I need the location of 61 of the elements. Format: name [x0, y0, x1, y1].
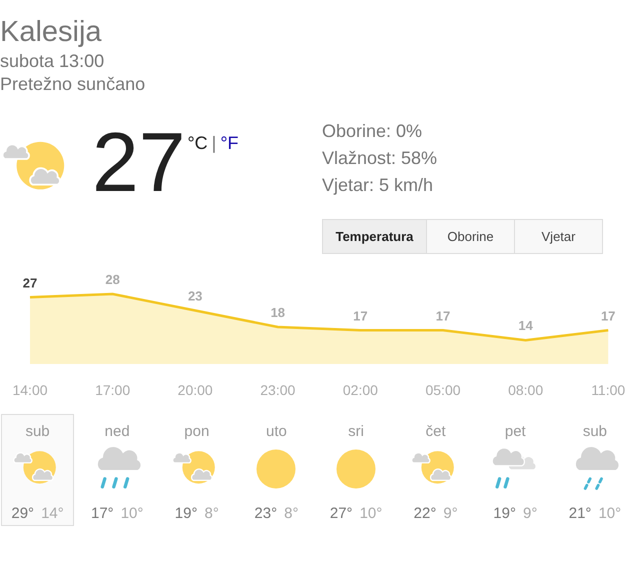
data-label: 23: [188, 288, 202, 304]
day-label: čet: [426, 423, 446, 441]
day-label: sri: [348, 423, 364, 441]
low-temperature: 10°: [598, 504, 622, 524]
day-card[interactable]: uto 23° 8°: [240, 414, 313, 526]
data-label: 17: [353, 308, 368, 324]
day-card[interactable]: pet 19° 9°: [478, 414, 552, 526]
day-card[interactable]: sri 27° 10°: [320, 414, 393, 526]
detail-text: Vlažnost: 58%: [322, 147, 438, 170]
day-label: pet: [504, 423, 526, 441]
current-temperature: 27: [92, 120, 186, 204]
fahrenheit-link[interactable]: °F: [220, 130, 239, 157]
high-temperature: 29°: [11, 504, 34, 524]
condition-text: Pretežno sunčano: [0, 73, 146, 96]
axis-label: 05:00: [425, 381, 461, 400]
detail-text: Vjetar: 5 km/h: [322, 174, 434, 197]
day-card[interactable]: pon 19° 8°: [160, 414, 234, 526]
day-label: pon: [184, 423, 210, 441]
celsius-unit: °C: [187, 132, 208, 155]
day-card[interactable]: ned 17° 10°: [80, 414, 154, 526]
detail-text: Oborine: 0%: [322, 120, 424, 143]
data-label: 14: [518, 318, 533, 334]
low-temperature: 10°: [120, 504, 144, 524]
high-temperature: 17°: [91, 504, 114, 524]
day-label: sub: [25, 423, 50, 441]
axis-label: 11:00: [591, 381, 626, 400]
date-time: subota 13:00: [0, 50, 106, 72]
high-temperature: 22°: [414, 504, 436, 524]
axis-label: 14:00: [12, 381, 48, 400]
low-temperature: 8°: [284, 504, 298, 524]
day-card[interactable]: sub 29° 14°: [1, 414, 74, 526]
day-label: uto: [266, 423, 287, 441]
low-temperature: 14°: [41, 504, 64, 524]
high-temperature: 23°: [254, 504, 278, 524]
tab[interactable]: Temperatura: [322, 219, 427, 254]
data-label: 18: [270, 305, 286, 320]
data-label: 28: [105, 272, 120, 287]
axis-label: 17:00: [95, 381, 130, 400]
tab[interactable]: Vjetar: [515, 219, 603, 254]
data-label: 17: [436, 308, 450, 324]
low-temperature: 9°: [443, 504, 458, 524]
axis-label: 02:00: [342, 381, 378, 400]
unit-separator: |: [212, 132, 216, 155]
axis-label: 20:00: [178, 381, 213, 400]
axis-label: 23:00: [260, 381, 296, 400]
high-temperature: 19°: [493, 504, 516, 524]
data-label: 27: [22, 275, 38, 290]
tab[interactable]: Oborine: [427, 219, 515, 254]
day-label: sub: [582, 423, 608, 441]
location-title: Kalesija: [0, 15, 103, 50]
high-temperature: 21°: [568, 504, 592, 524]
day-label: ned: [104, 423, 130, 441]
high-temperature: 19°: [174, 504, 198, 524]
day-card[interactable]: sub 21° 10°: [558, 414, 632, 526]
high-temperature: 27°: [330, 504, 353, 524]
low-temperature: 10°: [360, 504, 382, 524]
low-temperature: 9°: [522, 504, 538, 524]
low-temperature: 8°: [204, 504, 219, 524]
day-card[interactable]: čet 22° 9°: [399, 414, 472, 526]
data-label: 17: [600, 308, 616, 324]
axis-label: 08:00: [508, 381, 544, 400]
